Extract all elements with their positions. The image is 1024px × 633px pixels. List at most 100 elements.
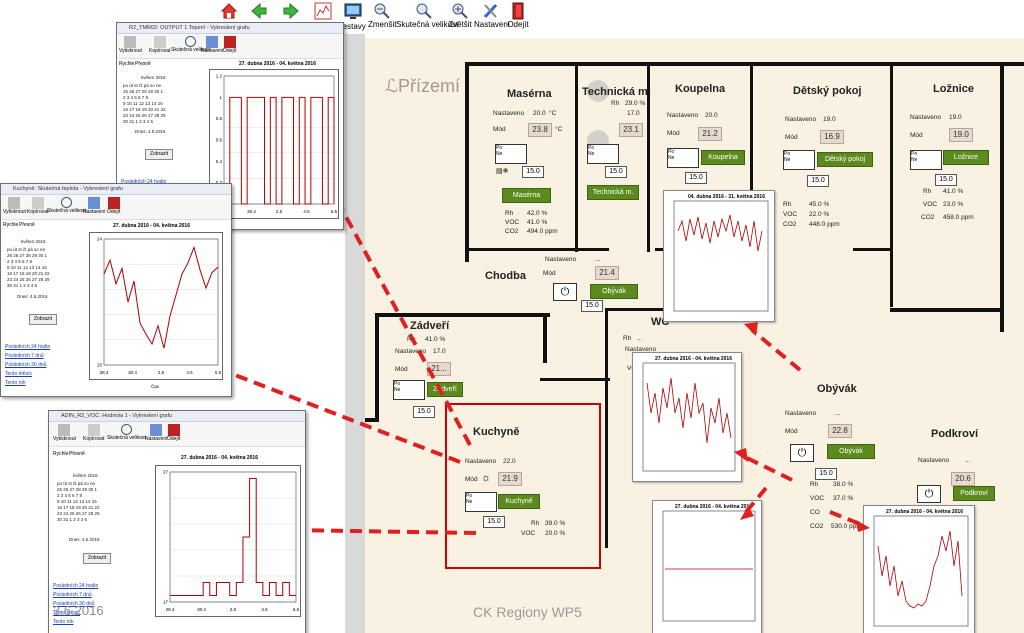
y-tick-label: 17 [163,600,169,605]
window-realsize-button[interactable]: Skutečná velikost [107,424,146,441]
plot-frame [103,238,219,366]
chart-title: 27. dubna 2016 - 04. května 2016 [239,61,316,67]
link-last-7d[interactable]: Posledních 7 dnů [5,353,44,359]
window-export-button[interactable]: Vytisknout [119,36,142,54]
link-last-24h[interactable]: Posledních 24 hodin [53,583,98,589]
window-title: Kuchyně: Skutečná teplota - Vykreslení g… [1,184,231,195]
tool-label: Kopírovat [83,436,105,442]
link-this-year[interactable]: Tento rok [5,380,26,386]
x-tick-label: 30.4 [197,607,206,612]
plot-frame [169,471,297,603]
date-overlay: 3.6.2016 [53,603,104,618]
calendar-today: Dnes: 4.5.2016 [17,294,48,299]
window-export-button[interactable]: Vytisknout [3,197,26,215]
chart-svg: 28.4 30.4 2.5 4.5 6.5 15 24 [97,237,222,376]
arrow-kuchyne-w1 [323,177,472,446]
calendar-grid[interactable]: po út st čt pá so ne 25 26 27 28 29 30 12… [7,247,67,289]
link-last-24h[interactable]: Posledních 24 hodin [5,344,50,350]
exit-door-icon [107,197,120,209]
calendar-week-row[interactable]: 30 31 1 2 3 4 5 [7,283,67,289]
exit-door-icon [223,36,236,48]
x-tick-label: 30.4 [247,209,256,214]
chart-plot-area: 28.4 30.4 2.5 4.5 6.5 15 24 [89,232,223,380]
arrow-koupelna-mini [750,328,802,372]
window-title: R2_TMR02: OUTPUT 1 Topení - Vykreslení g… [117,23,343,34]
tool-label: Nastavení [201,48,224,54]
x-tick-label: 2.5 [230,607,237,612]
tool-label: Odejít [167,436,181,442]
calendar-today: Dnes: 4.5.2016 [135,129,166,134]
y-tick-label: 0.8 [216,116,223,121]
tool-label: Kopírovat [149,48,171,54]
copy-icon [31,197,44,209]
tab-exact[interactable]: Přesně [19,222,35,228]
x-tick-label: 6.5 [293,607,300,612]
x-tick-label: 28.4 [166,607,175,612]
window-realsize-button[interactable]: Skutečná velikost [47,197,86,214]
arrow-podkrovi-mini [829,510,861,526]
chart-window-kuchyne[interactable]: Kuchyně: Skutečná teplota - Vykreslení g… [0,183,232,397]
tool-label: Nastavení [83,209,106,215]
arrowhead-koupelna [744,322,758,336]
show-button[interactable]: Zobrazit [145,149,173,160]
x-tick-label: 2.5 [276,209,283,214]
arrow-wc-mini [740,453,793,482]
window-toolbar: Vytisknout Kopírovat Skutečná velikost N… [117,34,343,59]
calendar-month: květen 2016 [21,239,46,244]
printer-icon [8,197,21,209]
window-copy-button[interactable]: Kopírovat [27,197,48,215]
magnifier-icon [184,36,196,47]
calendar-week-row[interactable]: 30 31 1 2 3 4 5 [57,517,121,523]
tab-exact[interactable]: Přesně [69,451,85,457]
tool-label: Odejít [107,209,121,215]
tab-quick[interactable]: Rychle [119,61,134,67]
arrowhead-podkrovi [856,520,870,532]
tool-label: Vytisknout [53,436,76,442]
calendar-grid[interactable]: po út st čt pá so ne 25 26 27 28 29 30 12… [123,83,183,125]
chart-window-voc[interactable]: ADIN_R2_VOC: Hodnota 1 - Vykreslení graf… [48,410,306,633]
chart-title: 27. dubna 2016 - 04. května 2016 [181,455,258,461]
window-exit-button[interactable]: Odejít [223,36,236,54]
y-tick-label: 1.2 [216,74,223,79]
link-last-30d[interactable]: Posledních 30 dnů [5,362,46,368]
series-line [170,478,296,596]
window-settings-button[interactable]: Nastavení [201,36,224,54]
arrowhead-obyvak [740,506,754,520]
window-exit-button[interactable]: Odejít [167,424,180,442]
window-settings-button[interactable]: Nastavení [145,424,168,442]
link-this-month[interactable]: Tento měsíc [5,371,32,377]
link-last-7d[interactable]: Posledních 7 dnů [53,592,92,598]
tab-quick[interactable]: Rychle [3,222,18,228]
copy-icon [87,424,100,436]
tool-label: Nastavení [145,436,168,442]
series-line [224,96,335,205]
tool-label: Skutečná velikost [107,435,146,441]
link-this-year[interactable]: Tento rok [53,619,74,625]
chart-svg: 28.4 30.4 2.5 4.5 6.5 17 27 [163,470,300,613]
y-tick-label: 0.4 [216,159,223,164]
window-export-button[interactable]: Vytisknout [53,424,76,442]
magnifier-icon [120,424,132,435]
x-axis-label: Čas [151,384,160,389]
series-line [103,245,219,349]
copy-icon [153,36,166,48]
y-tick-label: 24 [97,237,103,242]
window-copy-button[interactable]: Kopírovat [83,424,104,442]
window-exit-button[interactable]: Odejít [107,197,120,215]
x-tick-label: 4.5 [261,607,268,612]
show-button[interactable]: Zobrazit [83,553,111,564]
tab-exact[interactable]: Přesně [135,61,151,67]
show-button[interactable]: Zobrazit [29,314,57,325]
chart-plot-area: 28.4 30.4 2.5 4.5 6.5 17 27 [155,465,301,617]
tool-label: Kopírovat [27,209,49,215]
x-tick-label: 6.5 [331,209,338,214]
tab-quick[interactable]: Rychle [53,451,68,457]
y-tick-label: 27 [163,470,169,475]
window-copy-button[interactable]: Kopírovat [149,36,170,54]
printer-icon [124,36,137,48]
calendar-grid[interactable]: po út st čt pá so ne 25 26 27 28 29 30 12… [57,481,121,523]
magnifier-icon [60,197,72,208]
x-tick-label: 4.5 [186,370,193,375]
window-settings-button[interactable]: Nastavení [83,197,106,215]
calendar-week-row[interactable]: 30 31 1 2 3 4 5 [123,119,183,125]
